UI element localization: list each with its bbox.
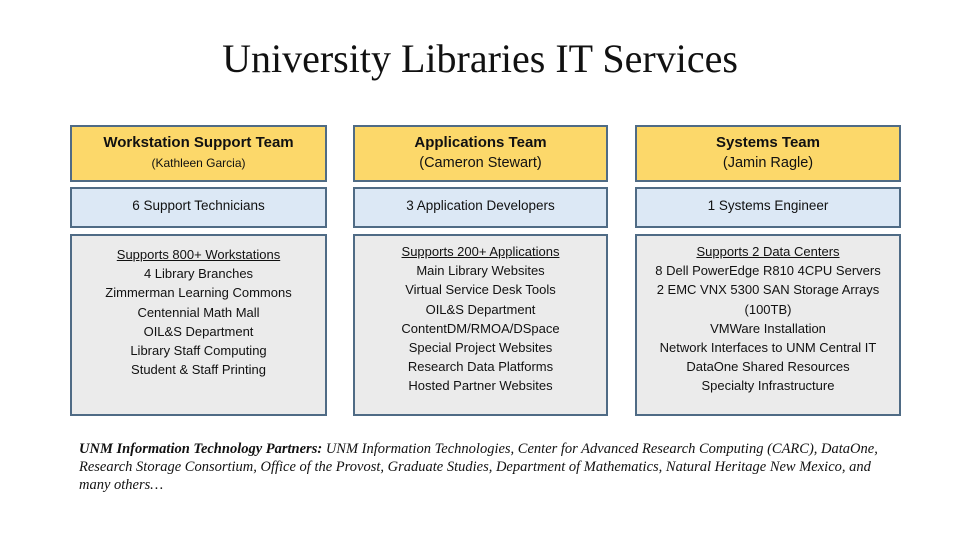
details-item: Main Library Websites	[416, 263, 545, 279]
details-item: Hosted Partner Websites	[408, 378, 553, 394]
partners-note: UNM Information Technology Partners: UNM…	[79, 440, 879, 494]
team-lead: (Jamin Ragle)	[722, 155, 814, 171]
details-heading: Supports 200+ Applications	[401, 244, 560, 259]
details-item: DataOne Shared Resources	[686, 359, 850, 375]
team-header-workstation-support: Workstation Support Team (Kathleen Garci…	[70, 125, 327, 182]
team-staff-workstation-support: 6 Support Technicians	[70, 187, 327, 228]
details-item: Research Data Platforms	[407, 359, 554, 375]
team-lead: (Cameron Stewart)	[419, 155, 542, 171]
team-details-applications: Supports 200+ Applications Main Library …	[353, 234, 608, 416]
details-item: ContentDM/RMOA/DSpace	[401, 320, 560, 336]
details-item: Virtual Service Desk Tools	[405, 282, 556, 298]
page-title: University Libraries IT Services	[222, 36, 738, 81]
details-item: (100TB)	[744, 301, 792, 317]
details-item: Centennial Math Mall	[137, 304, 260, 320]
details-heading: Supports 800+ Workstations	[116, 247, 281, 262]
details-item: Specialty Infrastructure	[701, 378, 835, 394]
details-item: Library Staff Computing	[130, 343, 267, 359]
details-item: Special Project Websites	[408, 340, 553, 356]
team-header-systems: Systems Team (Jamin Ragle)	[635, 125, 901, 182]
details-item: 8 Dell PowerEdge R810 4CPU Servers	[655, 263, 881, 279]
details-heading: Supports 2 Data Centers	[696, 244, 840, 259]
details-item: Student & Staff Printing	[131, 362, 266, 378]
team-details-systems: Supports 2 Data Centers 8 Dell PowerEdge…	[635, 234, 901, 416]
details-item: Network Interfaces to UNM Central IT	[659, 340, 877, 356]
details-item: VMWare Installation	[710, 320, 826, 336]
details-item: 2 EMC VNX 5300 SAN Storage Arrays	[656, 282, 880, 298]
partners-label: UNM Information Technology Partners:	[79, 441, 323, 457]
team-name: Applications Team	[414, 134, 547, 151]
team-header-applications: Applications Team (Cameron Stewart)	[353, 125, 608, 182]
details-item: OIL&S Department	[143, 323, 254, 339]
details-item: 4 Library Branches	[143, 266, 254, 282]
details-item: OIL&S Department	[425, 301, 536, 317]
team-name: Workstation Support Team	[103, 134, 294, 151]
team-staff-applications: 3 Application Developers	[353, 187, 608, 228]
team-lead: (Kathleen Garcia)	[151, 156, 246, 170]
details-item: Zimmerman Learning Commons	[105, 285, 292, 301]
team-staff-systems: 1 Systems Engineer	[635, 187, 901, 228]
team-details-workstation-support: Supports 800+ Workstations 4 Library Bra…	[70, 234, 327, 416]
team-name: Systems Team	[716, 134, 820, 151]
